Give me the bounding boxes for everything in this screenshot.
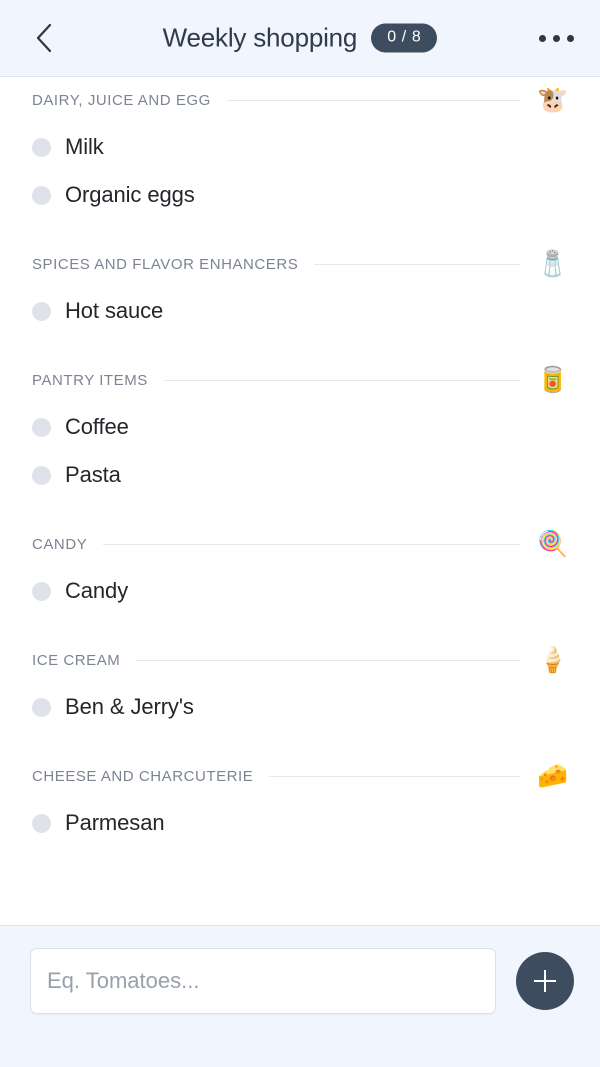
- header-title-group: Weekly shopping 0 / 8: [0, 23, 600, 54]
- app-header: Weekly shopping 0 / 8: [0, 0, 600, 77]
- list-item[interactable]: Milk: [0, 123, 600, 171]
- overflow-menu-icon: [566, 34, 574, 42]
- list-section: PANTRY ITEMS 🥫 Coffee Pasta: [0, 357, 600, 501]
- checkbox-icon[interactable]: [32, 697, 51, 717]
- list-item-label: Coffee: [65, 414, 129, 439]
- salt-shaker-emoji: 🧂: [537, 249, 569, 278]
- checkbox-icon[interactable]: [32, 813, 51, 833]
- status-badge[interactable]: 0 / 8: [371, 23, 438, 53]
- section-header: DAIRY, JUICE AND EGG 🐮: [0, 77, 600, 123]
- section-title: DAIRY, JUICE AND EGG: [32, 91, 211, 109]
- list-item-label: Candy: [65, 578, 129, 603]
- section-header: ICE CREAM 🍦: [0, 637, 600, 683]
- list-section: DAIRY, JUICE AND EGG 🐮 Milk Organic eggs: [0, 77, 600, 221]
- section-header: SPICES AND FLAVOR ENHANCERS 🧂: [0, 241, 600, 287]
- checkbox-icon[interactable]: [32, 465, 51, 485]
- list-item[interactable]: Coffee: [0, 403, 600, 451]
- checkbox-icon[interactable]: [32, 581, 51, 601]
- list-item-label: Hot sauce: [65, 298, 164, 323]
- list-section: ICE CREAM 🍦 Ben & Jerry's: [0, 637, 600, 733]
- section-items: Ben & Jerry's: [0, 683, 600, 733]
- chevron-left-icon: [33, 22, 55, 54]
- list-item-label: Pasta: [65, 462, 121, 487]
- section-divider: [226, 99, 520, 101]
- section-divider: [269, 775, 520, 777]
- section-divider: [314, 263, 520, 265]
- page-title: Weekly shopping: [162, 22, 358, 53]
- section-divider: [103, 543, 520, 545]
- section-header: CANDY 🍭: [0, 521, 600, 567]
- shopping-list: DAIRY, JUICE AND EGG 🐮 Milk Organic eggs SPI…: [0, 77, 600, 925]
- checkbox-icon[interactable]: [32, 137, 51, 157]
- section-header: CHEESE AND CHARCUTERIE 🧀: [0, 753, 600, 799]
- list-item[interactable]: Pasta: [0, 451, 600, 499]
- cheese-wedge-emoji: 🧀: [537, 761, 569, 790]
- section-title: CHEESE AND CHARCUTERIE: [32, 767, 254, 785]
- overflow-menu-button[interactable]: [532, 16, 580, 60]
- list-section: CHEESE AND CHARCUTERIE 🧀 Parmesan: [0, 753, 600, 849]
- list-item[interactable]: Ben & Jerry's: [0, 683, 600, 731]
- overflow-menu-icon: [552, 34, 560, 42]
- canned-food-emoji: 🥫: [537, 365, 569, 394]
- list-section: SPICES AND FLAVOR ENHANCERS 🧂 Hot sauce: [0, 241, 600, 337]
- section-header: PANTRY ITEMS 🥫: [0, 357, 600, 403]
- section-title: ICE CREAM: [32, 651, 121, 669]
- checkbox-icon[interactable]: [32, 185, 51, 205]
- lollipop-emoji: 🍭: [537, 529, 569, 558]
- list-item[interactable]: Hot sauce: [0, 287, 600, 335]
- section-title: PANTRY ITEMS: [32, 371, 148, 389]
- add-item-button[interactable]: [516, 952, 574, 1010]
- section-items: Milk Organic eggs: [0, 123, 600, 221]
- overflow-menu-icon: [538, 34, 546, 42]
- section-title: SPICES AND FLAVOR ENHANCERS: [32, 255, 299, 273]
- list-item-label: Ben & Jerry's: [65, 694, 194, 719]
- shopping-list-app: Weekly shopping 0 / 8 DAIRY, JUICE AND E…: [0, 0, 600, 1067]
- list-item[interactable]: Organic eggs: [0, 171, 600, 219]
- list-item-label: Parmesan: [65, 810, 165, 835]
- back-button[interactable]: [22, 16, 66, 60]
- list-item-label: Organic eggs: [65, 182, 195, 207]
- list-item[interactable]: Candy: [0, 567, 600, 615]
- checkbox-icon[interactable]: [32, 301, 51, 321]
- soft-ice-cream-emoji: 🍦: [537, 645, 569, 674]
- section-title: CANDY: [32, 535, 88, 553]
- cow-face-emoji: 🐮: [537, 85, 569, 114]
- section-items: Candy: [0, 567, 600, 617]
- section-divider: [136, 659, 520, 661]
- section-items: Coffee Pasta: [0, 403, 600, 501]
- add-item-bar: [0, 925, 600, 1067]
- list-item[interactable]: Parmesan: [0, 799, 600, 847]
- list-section: CANDY 🍭 Candy: [0, 521, 600, 617]
- checkbox-icon[interactable]: [32, 417, 51, 437]
- section-divider: [163, 379, 520, 381]
- add-item-input[interactable]: [30, 948, 496, 1014]
- list-item-label: Milk: [65, 134, 104, 159]
- section-items: Hot sauce: [0, 287, 600, 337]
- section-items: Parmesan: [0, 799, 600, 849]
